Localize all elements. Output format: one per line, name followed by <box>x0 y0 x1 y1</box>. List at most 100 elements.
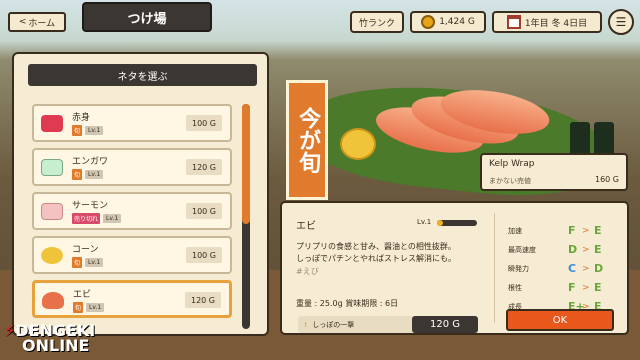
corn-garnish <box>340 128 376 160</box>
arrow-right-icon: > <box>582 263 590 274</box>
salmon-icon <box>41 203 63 220</box>
scrollbar-thumb[interactable] <box>242 104 250 224</box>
description-line-2: しっぽでパチンとやればストレス解消にも。 <box>296 254 456 264</box>
stat-to: E <box>594 224 602 237</box>
stat-from: F <box>568 224 576 237</box>
chevron-left-icon: < <box>18 17 27 27</box>
arrow-right-icon: > <box>582 225 590 236</box>
stat-to: E <box>594 243 602 256</box>
stat-label: 最高速度 <box>508 245 536 254</box>
stat-label: 瞬発力 <box>508 264 529 273</box>
rank-label: 竹ランク <box>358 18 395 29</box>
kelp-price: 160 G <box>594 175 619 184</box>
neta-select-panel: ネタを選ぶ 赤身 旬 Lv.1 100 G エンガワ 旬 Lv.1 120 G サー… <box>12 52 269 336</box>
item-price: 120 G <box>185 292 221 308</box>
stat-to: E <box>594 281 602 294</box>
item-price: 100 G <box>186 115 222 131</box>
stat-row: 最高速度 D > E <box>508 240 603 259</box>
gold-display: 1,424 G <box>410 11 486 33</box>
skill-name: しっぽの一撃 <box>312 320 355 329</box>
item-tag: 旬 <box>73 302 84 313</box>
list-item[interactable]: コーン 旬 Lv.1 100 G <box>32 236 232 274</box>
akami-icon <box>41 115 63 132</box>
item-tag: 旬 <box>72 257 83 268</box>
shrimp-icon <box>42 292 64 309</box>
item-level: Lv.1 <box>103 214 122 223</box>
list-item[interactable]: 赤身 旬 Lv.1 100 G <box>32 104 232 142</box>
detail-name: エビ <box>296 221 316 232</box>
lightning-icon: ⚡ <box>4 321 16 340</box>
panel-header: ネタを選ぶ <box>28 64 257 86</box>
scrollbar[interactable] <box>242 104 250 329</box>
item-name: コーン <box>72 245 99 255</box>
date-text: 1年目 冬 4日目 <box>524 18 588 29</box>
list-item[interactable]: サーモン 売り切れ Lv.1 100 G <box>32 192 232 230</box>
stats-table: 加速 F > E 最高速度 D > E 瞬発力 C > D 根性 F > E 成長 E+ > E <box>508 221 603 316</box>
stat-row: 瞬発力 C > D <box>508 259 603 278</box>
list-item[interactable]: エンガワ 旬 Lv.1 120 G <box>32 148 232 186</box>
item-level: Lv.1 <box>85 170 104 179</box>
item-level: Lv.1 <box>86 303 105 312</box>
stat-from: D <box>568 243 578 256</box>
skill-price: 120 G <box>412 316 478 333</box>
item-price: 120 G <box>186 159 222 175</box>
level-bar-fill <box>437 220 443 226</box>
item-level: Lv.1 <box>85 258 104 267</box>
detail-level: Lv.1 <box>417 218 432 226</box>
ok-button[interactable]: OK <box>506 309 614 331</box>
item-name: エビ <box>73 290 92 300</box>
stat-label: 加速 <box>508 226 522 235</box>
item-price: 100 G <box>186 203 222 219</box>
corn-icon <box>41 247 63 264</box>
calendar-icon <box>506 15 521 29</box>
item-tags: 旬 Lv.1 <box>72 257 104 268</box>
hashtag: #えび <box>296 266 319 276</box>
stat-label: 根性 <box>508 283 522 292</box>
stat-row: 根性 F > E <box>508 278 603 297</box>
kelp-wrap-card: Kelp Wrap まかない売値 160 G <box>480 153 628 191</box>
in-season-banner: 今が旬 <box>286 80 328 200</box>
date-display: 1年目 冬 4日目 <box>492 11 602 33</box>
stat-from: C <box>568 262 577 275</box>
engawa-icon <box>41 159 63 176</box>
item-name: 赤身 <box>72 113 91 123</box>
arrow-right-icon: > <box>582 244 590 255</box>
watermark-logo: ⚡DENGEKI ONLINE <box>4 321 95 356</box>
description: プリプリの食感と甘み、醤油との相性抜群。 しっぽでパチンとやればストレス解消にも… <box>296 241 496 278</box>
home-button-label: ホーム <box>28 18 56 29</box>
exclamation-icon: ! <box>304 320 308 329</box>
description-line-1: プリプリの食感と甘み、醤油との相性抜群。 <box>296 242 456 251</box>
item-price: 100 G <box>186 247 222 263</box>
level-bar <box>437 220 477 226</box>
item-tag: 旬 <box>72 169 83 180</box>
item-level: Lv.1 <box>85 126 104 135</box>
item-tags: 旬 Lv.1 <box>72 169 104 180</box>
sold-out-tag: 売り切れ <box>72 213 101 224</box>
item-tags: 旬 Lv.1 <box>72 125 104 136</box>
kelp-subtitle: まかない売値 <box>489 177 531 185</box>
list-item-selected[interactable]: エビ 旬 Lv.1 120 G <box>32 280 232 318</box>
divider <box>494 213 495 323</box>
item-tag: 旬 <box>72 125 83 136</box>
home-button[interactable]: < ホーム <box>8 12 66 32</box>
stat-from: F <box>568 281 576 294</box>
rank-badge: 竹ランク <box>350 11 404 33</box>
item-name: サーモン <box>72 201 109 211</box>
stat-row: 加速 F > E <box>508 221 603 240</box>
neta-list: 赤身 旬 Lv.1 100 G エンガワ 旬 Lv.1 120 G サーモン 売り切… <box>32 104 232 324</box>
stat-to: D <box>594 262 604 275</box>
arrow-right-icon: > <box>582 282 590 293</box>
item-tags: 売り切れ Lv.1 <box>72 213 122 224</box>
watermark-text-2: ONLINE <box>22 336 90 356</box>
coin-icon <box>421 15 436 29</box>
item-name: エンガワ <box>72 157 109 167</box>
kelp-roll-icon <box>594 122 614 156</box>
weight-expiry: 重量 : 25.0g 賞味期限 : 6日 <box>296 299 399 308</box>
item-tags: 旬 Lv.1 <box>73 302 105 313</box>
gold-amount: 1,424 G <box>439 17 475 27</box>
menu-button[interactable]: ☰ <box>608 9 634 35</box>
kelp-roll-icon <box>570 122 590 156</box>
page-title: つけ場 <box>82 2 212 32</box>
kelp-title: Kelp Wrap <box>489 159 535 169</box>
hamburger-icon: ☰ <box>615 15 627 29</box>
